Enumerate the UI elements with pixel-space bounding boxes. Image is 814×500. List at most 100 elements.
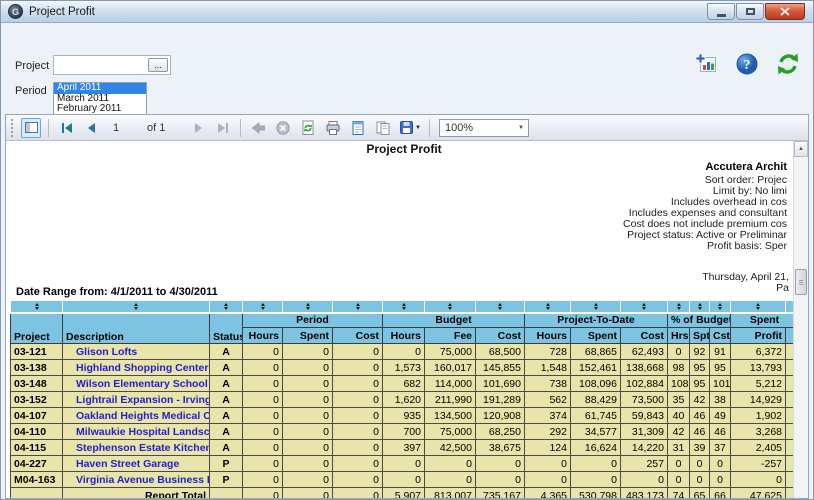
description-link[interactable]: Milwaukie Hospital Landscape — [63, 424, 210, 440]
value-cell: 374 — [525, 408, 571, 424]
value-cell: 0 — [333, 424, 383, 440]
sort-down-icon — [356, 307, 360, 310]
print-layout-button[interactable] — [348, 118, 368, 138]
project-code-cell: 03-138 — [11, 360, 63, 376]
sort-control[interactable] — [333, 301, 383, 313]
page-setup-button[interactable] — [373, 118, 393, 138]
print-button[interactable] — [323, 118, 343, 138]
total-value-cell: 530,798 — [571, 488, 621, 499]
stop-button[interactable] — [273, 118, 293, 138]
description-link[interactable]: Oakland Heights Medical Clinic — [63, 408, 210, 424]
description-link[interactable]: Wilson Elementary School — [63, 376, 210, 392]
description-link[interactable]: Virginia Avenue Business Park — [63, 472, 210, 488]
close-button[interactable] — [765, 3, 805, 20]
total-value-cell: 47,625 — [731, 488, 786, 499]
value-cell: 0 — [243, 344, 283, 360]
titlebar[interactable]: G Project Profit — [1, 1, 813, 23]
description-link[interactable]: Haven Street Garage — [63, 456, 210, 472]
sort-control[interactable] — [571, 301, 621, 313]
project-code-cell: M04-163 — [11, 472, 63, 488]
back-button[interactable] — [248, 118, 268, 138]
sort-control[interactable] — [63, 301, 210, 313]
toolbar-grip[interactable] — [11, 119, 14, 137]
value-cell: 0 — [283, 360, 333, 376]
period-option[interactable]: April 2011 — [54, 83, 146, 94]
sort-down-icon — [642, 307, 646, 310]
minimize-button[interactable] — [707, 3, 735, 20]
description-link[interactable]: Glison Lofts — [63, 344, 210, 360]
page-number-input[interactable]: 1 — [106, 122, 142, 134]
column-header: Hours — [243, 328, 283, 344]
status-cell: A — [210, 360, 243, 376]
sort-down-icon — [594, 307, 598, 310]
description-link[interactable]: Stephenson Estate Kitchen — [63, 440, 210, 456]
sort-control[interactable] — [243, 301, 283, 313]
value-cell: 40 — [668, 408, 690, 424]
last-page-button[interactable] — [213, 118, 233, 138]
page-setup-icon — [375, 120, 391, 136]
column-header: Spent — [571, 328, 621, 344]
report-info-line: Profit basis: Sper — [623, 241, 787, 252]
sort-control[interactable] — [210, 301, 243, 313]
add-chart-icon[interactable] — [696, 54, 717, 74]
sort-control[interactable] — [731, 301, 786, 313]
browse-button[interactable]: ... — [148, 58, 168, 72]
sort-control[interactable] — [668, 301, 690, 313]
vertical-scrollbar[interactable]: ▲ — [793, 141, 808, 498]
sort-up-icon — [677, 303, 681, 306]
value-cell: 0 — [383, 456, 425, 472]
value-cell: 0 — [333, 408, 383, 424]
value-cell: 0 — [283, 472, 333, 488]
value-cell: 0 — [243, 392, 283, 408]
sort-control[interactable] — [621, 301, 668, 313]
refresh-icon[interactable] — [777, 53, 799, 75]
status-cell: P — [210, 472, 243, 488]
last-page-arrow-icon — [218, 123, 225, 133]
maximize-button[interactable] — [736, 3, 764, 20]
value-cell: 1,573 — [383, 360, 425, 376]
group-header: Period — [243, 313, 383, 328]
first-page-button[interactable] — [56, 118, 76, 138]
total-value-cell: 66 — [710, 488, 731, 499]
total-empty-cell — [210, 488, 243, 499]
value-cell: 68,500 — [476, 344, 525, 360]
value-cell: 0 — [333, 440, 383, 456]
sort-control[interactable] — [383, 301, 425, 313]
sort-control[interactable] — [525, 301, 571, 313]
export-button[interactable]: ▼ — [398, 118, 422, 138]
help-icon[interactable]: ? — [736, 53, 758, 75]
sort-control[interactable] — [283, 301, 333, 313]
sort-control[interactable] — [690, 301, 710, 313]
value-cell: 152,461 — [571, 360, 621, 376]
export-dropdown-caret-icon: ▼ — [415, 125, 421, 131]
report-document: Project Profit Accutera Archit Sort orde… — [6, 141, 808, 498]
project-input[interactable] — [56, 57, 146, 73]
zoom-combobox[interactable]: 100% ▼ — [439, 119, 529, 137]
svg-text:?: ? — [744, 58, 751, 73]
value-cell: 16,624 — [571, 440, 621, 456]
sort-control[interactable] — [476, 301, 525, 313]
value-cell: 0 — [710, 456, 731, 472]
description-link[interactable]: Highland Shopping Center — [63, 360, 210, 376]
scrollbar-thumb[interactable] — [795, 269, 807, 295]
sort-control[interactable] — [11, 301, 63, 313]
refresh-report-button[interactable] — [298, 118, 318, 138]
column-header-description: Description — [63, 313, 210, 344]
sort-row — [11, 301, 799, 313]
next-page-button[interactable] — [188, 118, 208, 138]
description-link[interactable]: Lightrail Expansion - Irvington — [63, 392, 210, 408]
sort-control[interactable] — [710, 301, 731, 313]
document-map-toggle-button[interactable] — [21, 118, 41, 138]
back-arrow-icon — [251, 121, 266, 135]
zoom-dropdown-caret-icon: ▼ — [514, 125, 528, 131]
project-field[interactable]: ... — [53, 55, 171, 75]
scroll-up-button[interactable]: ▲ — [794, 141, 808, 157]
value-cell: 700 — [383, 424, 425, 440]
previous-page-button[interactable] — [81, 118, 101, 138]
sort-control[interactable] — [425, 301, 476, 313]
value-cell: 35 — [668, 392, 690, 408]
value-cell: 0 — [283, 344, 333, 360]
table-row: 04-107Oakland Heights Medical ClinicA000… — [11, 408, 799, 424]
value-cell: 88,429 — [571, 392, 621, 408]
table-row: 03-152Lightrail Expansion - IrvingtonA00… — [11, 392, 799, 408]
